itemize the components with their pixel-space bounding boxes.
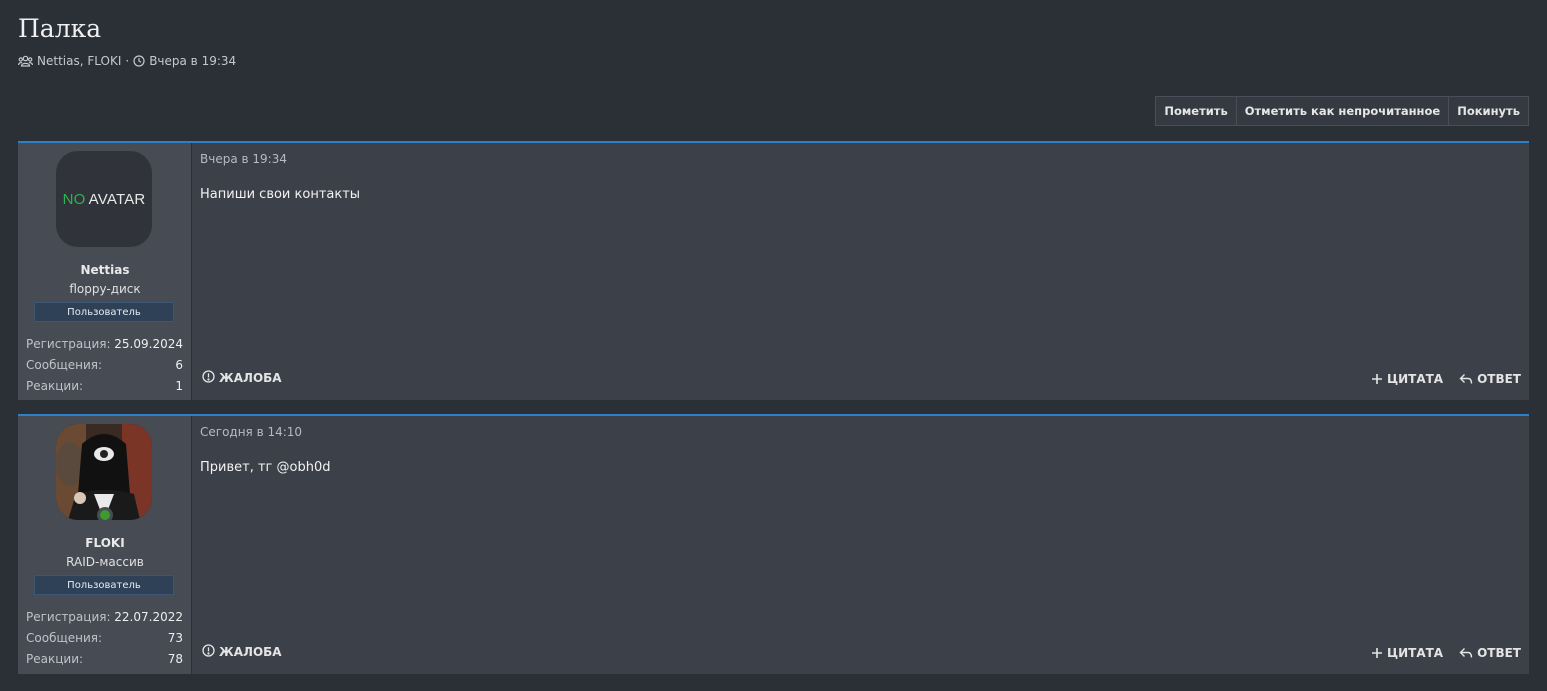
message-body: Привет, тг @obh0d xyxy=(200,460,331,475)
quote-label: ЦИТАТА xyxy=(1386,372,1444,386)
message: FLOKI RAID-массив Пользователь Регистрац… xyxy=(18,414,1529,674)
report-icon xyxy=(202,644,215,660)
quote-button[interactable]: ЦИТАТА xyxy=(1371,646,1443,660)
message-user: FLOKI RAID-массив Пользователь Регистрац… xyxy=(18,416,192,674)
users-icon xyxy=(18,55,33,67)
reply-label: ОТВЕТ xyxy=(1477,646,1521,660)
message-body: Напиши свои контакты xyxy=(200,187,361,202)
username[interactable]: FLOKI xyxy=(18,536,192,550)
mark-button[interactable]: Пометить xyxy=(1156,97,1235,125)
stat-messages: Сообщения: 73 xyxy=(26,630,183,645)
thread-participants[interactable]: Nettias, FLOKI xyxy=(37,54,121,68)
stat-reactions: Реакции: 1 xyxy=(26,378,183,393)
page-title: Палка xyxy=(18,14,102,43)
avatar[interactable] xyxy=(56,424,152,520)
report-button[interactable]: ЖАЛОБА xyxy=(202,370,282,386)
meta-separator: · xyxy=(125,54,130,68)
reply-icon xyxy=(1459,647,1473,659)
online-status-icon xyxy=(97,507,113,523)
message-actions: ЦИТАТА ОТВЕТ xyxy=(1371,646,1521,660)
message-content: Вчера в 19:34 Напиши свои контакты ЖАЛОБ… xyxy=(192,143,1529,400)
message: NO AVATAR Nettias floppy-диск Пользовате… xyxy=(18,141,1529,400)
user-stats: Регистрация: 25.09.2024 Сообщения: 6 Реакц… xyxy=(26,333,183,396)
reply-button[interactable]: ОТВЕТ xyxy=(1459,372,1521,386)
no-avatar-placeholder: NO AVATAR xyxy=(62,190,146,208)
stat-reactions: Реакции: 78 xyxy=(26,651,183,666)
reply-button[interactable]: ОТВЕТ xyxy=(1459,646,1521,660)
stat-messages: Сообщения: 6 xyxy=(26,357,183,372)
message-actions: ЦИТАТА ОТВЕТ xyxy=(1371,372,1521,386)
clock-icon xyxy=(133,55,145,67)
report-label: ЖАЛОБА xyxy=(219,645,282,659)
user-banner: Пользователь xyxy=(34,575,174,595)
plus-icon xyxy=(1371,373,1383,385)
quote-label: ЦИТАТА xyxy=(1386,646,1444,660)
thread-date[interactable]: Вчера в 19:34 xyxy=(149,54,236,68)
message-user: NO AVATAR Nettias floppy-диск Пользовате… xyxy=(18,143,192,400)
mark-unread-button[interactable]: Отметить как непрочитанное xyxy=(1235,97,1448,125)
user-stats: Регистрация: 22.07.2022 Сообщения: 73 Реак… xyxy=(26,606,183,669)
reply-label: ОТВЕТ xyxy=(1477,372,1521,386)
user-title: RAID-массив xyxy=(66,555,144,569)
message-content: Сегодня в 14:10 Привет, тг @obh0d ЖАЛОБА… xyxy=(192,416,1529,674)
leave-button[interactable]: Покинуть xyxy=(1448,97,1528,125)
stat-registration: Регистрация: 22.07.2022 xyxy=(26,609,183,624)
avatar-image xyxy=(56,424,152,520)
message-date[interactable]: Вчера в 19:34 xyxy=(200,152,287,166)
report-label: ЖАЛОБА xyxy=(219,371,282,385)
thread-toolbar: Пометить Отметить как непрочитанное Поки… xyxy=(1155,96,1529,126)
user-banner: Пользователь xyxy=(34,302,174,322)
reply-icon xyxy=(1459,373,1473,385)
thread-meta: Nettias, FLOKI · Вчера в 19:34 xyxy=(18,54,236,68)
message-date[interactable]: Сегодня в 14:10 xyxy=(200,425,302,439)
user-title: floppy-диск xyxy=(69,282,141,296)
quote-button[interactable]: ЦИТАТА xyxy=(1371,372,1443,386)
stat-registration: Регистрация: 25.09.2024 xyxy=(26,336,183,351)
plus-icon xyxy=(1371,647,1383,659)
report-icon xyxy=(202,370,215,386)
avatar[interactable]: NO AVATAR xyxy=(56,151,152,247)
username[interactable]: Nettias xyxy=(18,263,192,277)
report-button[interactable]: ЖАЛОБА xyxy=(202,644,282,660)
